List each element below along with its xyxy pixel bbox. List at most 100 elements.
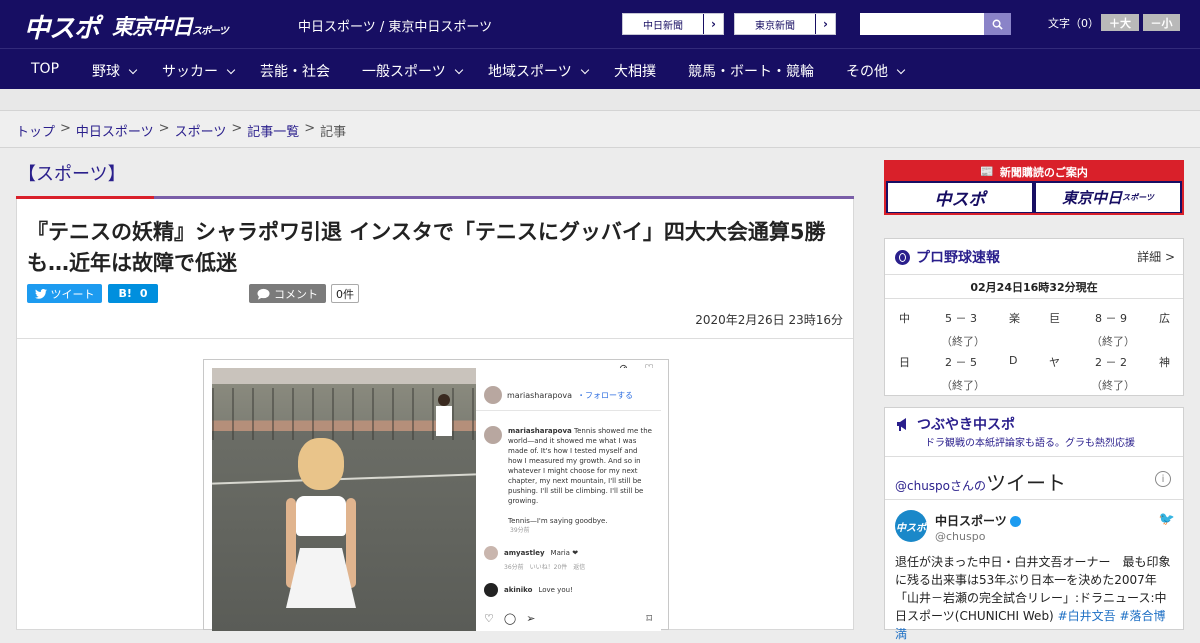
nav-local-sports[interactable]: 地域スポーツ [488,61,589,81]
game-score: 2 － 5 [945,356,977,369]
nav-label: TOP [31,61,60,77]
avatar [484,546,498,560]
newspaper-icon: 📰 [980,165,994,178]
background-player [430,392,458,472]
font-smaller-button[interactable]: －小 [1143,14,1180,31]
verified-icon [1009,516,1021,527]
baseball-detail-link[interactable]: 詳細 > [1137,248,1175,265]
comment-button[interactable]: コメント [249,284,326,303]
chunichi-shimbun-link[interactable]: 中日新聞 › [622,13,724,35]
nav-top[interactable]: TOP [31,61,59,77]
chevron-down-icon [226,65,236,74]
young-girl-figure [282,438,362,631]
game-item[interactable]: ヤ 2 － 2 神 （終了） [1035,349,1185,393]
tweet-widget-title: つぶやき中スポ [917,417,1015,433]
caption-username: mariasharapova [508,427,572,435]
font-larger-button[interactable]: ＋大 [1101,14,1139,31]
article: 『テニスの妖精』シャラポワ引退 インスタで「テニスにグッバイ」四大大会通算5勝も… [16,199,854,631]
breadcrumb-article-list[interactable]: 記事一覧 [247,121,299,140]
instagram-post: mariasharapova ・フォローする mariasharapova Te… [476,368,661,631]
chevron-right-icon: › [815,14,835,34]
speech-bubble-icon [257,288,270,300]
nav-other[interactable]: その他 [846,61,906,81]
breadcrumb-chunichi-sports[interactable]: 中日スポーツ [76,121,154,140]
tweet-author-name-text: 中日スポーツ [935,514,1007,528]
tweet-button[interactable]: ツイート [27,284,102,303]
home-team: ヤ [1049,356,1060,369]
instagram-actions: ♡ ◯ ➢ ⌑ [484,612,652,625]
share-icon[interactable]: ➢ [526,612,535,625]
comment-count: 0件 [331,284,359,303]
tweet-account-link[interactable]: @chuspo [895,479,950,493]
heart-icon[interactable]: ♡ [484,612,494,625]
breadcrumb-current: 記事 [320,125,347,140]
caption-text: Tennis showed me the world—and it showed… [508,427,652,505]
instagram-follow[interactable]: ・フォローする [577,390,633,401]
game-item[interactable]: 日 2 － 5 D （終了） [885,349,1035,393]
breadcrumb-top[interactable]: トップ [16,121,55,140]
breadcrumb-separator: > [231,121,243,136]
breadcrumb-separator: > [304,121,316,136]
comment-icon[interactable]: ◯ [504,612,516,625]
avatar [484,583,498,597]
ad-strip [0,89,1200,111]
subscription-header-text: 新聞購読のご案内 [999,165,1088,179]
avatar[interactable]: 中スポ [895,510,927,542]
breadcrumb-separator: > [158,121,170,136]
tokyo-shimbun-link[interactable]: 東京新聞 › [734,13,836,35]
article-headline: 『テニスの妖精』シャラポワ引退 インスタで「テニスにグッバイ」四大大会通算5勝も… [27,220,826,275]
hatena-count: 0 [139,287,148,300]
section-title: 【スポーツ】 [18,164,126,185]
nav-entertainment[interactable]: 芸能・社会 [260,61,330,81]
article-date: 2020年2月26日 23時16分 [695,313,843,327]
nav-sumo[interactable]: 大相撲 [614,61,656,81]
chuspo-logo[interactable]: 中スポ [24,8,100,45]
search-input[interactable] [860,13,984,35]
game-item[interactable]: 中 5 － 3 楽 （終了） [885,305,1035,349]
nav-label: 大相撲 [614,64,656,80]
tweet-author-handle[interactable]: @chuspo [935,530,985,543]
away-team: D [1009,354,1018,367]
subscribe-tokyo-chunichi[interactable]: 東京中日 スポーツ [1036,183,1180,212]
bookmark-icon[interactable]: ⌑ [646,612,652,625]
tokyo-chunichi-logo-text: 東京中日 [112,15,193,39]
tokyo-chunichi-logo[interactable]: 東京中日スポーツ [112,11,229,41]
tweet-author-name[interactable]: 中日スポーツ [935,512,1021,529]
chevron-down-icon [896,65,906,74]
subscription-banner[interactable]: 📰 新聞購読のご案内 中スポ 東京中日 スポーツ [884,160,1184,215]
search-button[interactable] [984,13,1011,35]
home-team: 日 [899,356,910,369]
subscribe-chuspo[interactable]: 中スポ [888,183,1032,212]
tokyo-shimbun-label: 東京新聞 [755,20,795,32]
twitter-bird-icon [34,288,47,299]
nav-general-sports[interactable]: 一般スポーツ [362,61,463,81]
twitter-bird-icon[interactable]: 🐦 [1159,512,1175,527]
article-photo[interactable]: ⊘ ♡ mariasharapova ・フォローする [203,359,669,631]
main-nav: TOP 野球 サッカー 芸能・社会 一般スポーツ 地域スポーツ 大相撲 競馬・ボ… [0,48,1200,89]
info-icon[interactable]: i [1155,471,1171,487]
caption-text-2: Tennis—I'm saying goodbye. [508,517,608,525]
nav-racing[interactable]: 競馬・ボート・競輪 [688,61,814,81]
instagram-username[interactable]: mariasharapova [507,391,572,400]
breadcrumb-sports[interactable]: スポーツ [175,121,227,140]
hatena-bookmark-button[interactable]: B! 0 [108,284,158,303]
nav-label: 芸能・社会 [260,64,330,80]
comment-label: コメント [274,287,318,301]
hashtag[interactable]: #白井文吾 [1058,609,1116,623]
baseball-icon [895,249,910,265]
nav-label: 野球 [92,64,120,80]
megaphone-icon [897,418,906,431]
instagram-caption: mariasharapova Tennis showed me the worl… [508,426,653,526]
nav-soccer[interactable]: サッカー [162,61,236,81]
tweet-widget-subtitle[interactable]: ドラ観戦の本紙評論家も語る。グラも熱烈応援 [925,434,1135,449]
game-item[interactable]: 巨 8 － 9 広 （終了） [1035,305,1185,349]
chevron-down-icon [454,65,463,74]
nav-baseball[interactable]: 野球 [92,61,138,81]
tweet-author: 中スポ 中日スポーツ @chuspo 🐦 [895,510,1175,550]
top-header: 中スポ 東京中日スポーツ 中日スポーツ / 東京中日スポーツ 中日新聞 › 東京… [0,0,1200,48]
home-team: 中 [899,312,910,325]
avatar [484,386,502,404]
tweet-heading: ツイート [986,471,1067,495]
breadcrumb: トップ > 中日スポーツ > スポーツ > 記事一覧 > 記事 [0,111,1200,148]
game-status: （終了） [1091,379,1135,392]
